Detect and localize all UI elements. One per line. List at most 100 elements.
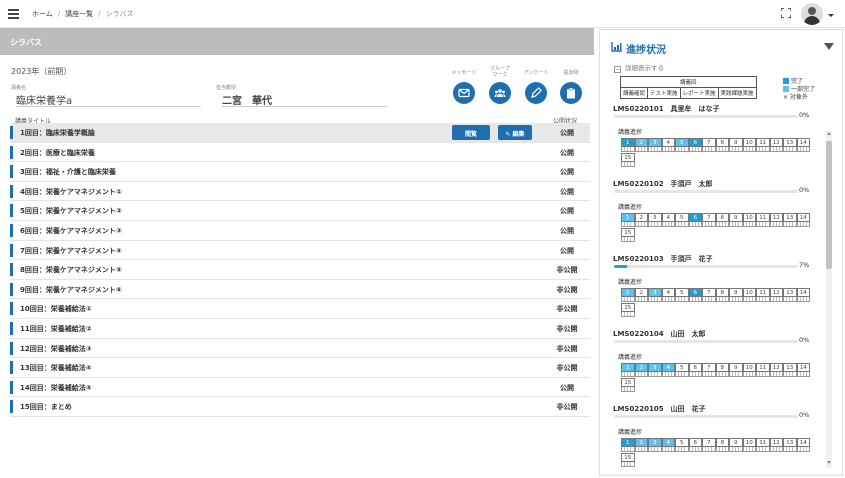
lecture-cell[interactable]: 5 — [675, 213, 689, 227]
lecture-cell[interactable]: 14 — [796, 213, 810, 227]
lecture-cell[interactable]: 6 — [688, 288, 702, 302]
lecture-cell[interactable]: 12 — [769, 213, 783, 227]
lecture-cell[interactable]: 7 — [702, 213, 716, 227]
lecture-cell[interactable]: 2 — [634, 288, 648, 302]
lecture-title[interactable]: 13回目：栄養補給法④ — [20, 363, 92, 373]
fullscreen-icon[interactable] — [781, 8, 791, 18]
lecture-cell[interactable]: 3 — [648, 288, 662, 302]
lecture-title[interactable]: 10回目：栄養補給法① — [20, 304, 92, 314]
table-row[interactable]: 14回目：栄養補給法⑤ 公開 — [10, 378, 590, 398]
table-row[interactable]: 6回目：栄養ケアマネジメント③ 公開 — [10, 221, 590, 241]
lecture-title[interactable]: 15回目：まとめ — [20, 402, 72, 412]
lecture-title[interactable]: 2回目：医療と臨床栄養 — [20, 148, 95, 158]
lecture-cell[interactable]: 12 — [769, 438, 783, 452]
lecture-title[interactable]: 7回目：栄養ケアマネジメント④ — [20, 246, 122, 256]
lecture-cell[interactable]: 9 — [729, 438, 743, 452]
lecture-cell[interactable]: 4 — [661, 213, 675, 227]
lecture-cell[interactable]: 15 — [621, 153, 635, 167]
lecture-cell[interactable]: 10 — [742, 213, 756, 227]
lecture-title[interactable]: 8回目：栄養ケアマネジメント⑤ — [20, 265, 122, 275]
lecture-title[interactable]: 11回目：栄養補給法② — [20, 324, 92, 334]
lecture-cell[interactable]: 3 — [648, 438, 662, 452]
lecture-title[interactable]: 4回目：栄養ケアマネジメント① — [20, 187, 122, 197]
lecture-cell[interactable]: 4 — [661, 288, 675, 302]
filter-icon[interactable] — [824, 43, 834, 50]
view-button[interactable]: 閲覧 — [452, 125, 490, 140]
lecture-cell[interactable]: 6 — [688, 363, 702, 377]
lecture-cell[interactable]: 11 — [756, 363, 770, 377]
table-row[interactable]: 2回目：医療と臨床栄養 公開 — [10, 143, 590, 163]
lecture-title[interactable]: 5回目：栄養ケアマネジメント② — [20, 206, 122, 216]
lecture-cell[interactable]: 12 — [769, 363, 783, 377]
chevron-down-icon[interactable] — [828, 14, 834, 17]
scrollbar[interactable] — [826, 131, 832, 468]
lecture-title[interactable]: 1回目：臨床栄養学概論 — [20, 128, 95, 138]
lecture-cell[interactable]: 2 — [634, 438, 648, 452]
lecture-title[interactable]: 6回目：栄養ケアマネジメント③ — [20, 226, 122, 236]
table-row[interactable]: 13回目：栄養補給法④ 非公開 — [10, 358, 590, 378]
lecture-cell[interactable]: 9 — [729, 363, 743, 377]
edit-button[interactable]: ✎ 編集 — [498, 125, 532, 140]
lecture-cell[interactable]: 9 — [729, 213, 743, 227]
lecture-cell[interactable]: 10 — [742, 438, 756, 452]
lecture-title[interactable]: 14回目：栄養補給法⑤ — [20, 383, 92, 393]
table-row[interactable]: 4回目：栄養ケアマネジメント① 公開 — [10, 182, 590, 202]
table-row[interactable]: 8回目：栄養ケアマネジメント⑤ 非公開 — [10, 260, 590, 280]
lecture-cell[interactable]: 5 — [675, 288, 689, 302]
lecture-cell[interactable]: 12 — [769, 288, 783, 302]
survey-button[interactable] — [525, 82, 547, 104]
lecture-cell[interactable]: 1 — [621, 138, 635, 152]
lecture-cell[interactable]: 9 — [729, 138, 743, 152]
lecture-cell[interactable]: 4 — [661, 363, 675, 377]
scrollbar-thumb[interactable] — [826, 141, 832, 269]
lecture-cell[interactable]: 1 — [621, 438, 635, 452]
table-row[interactable]: 11回目：栄養補給法② 非公開 — [10, 319, 590, 339]
lecture-cell[interactable]: 3 — [648, 363, 662, 377]
lecture-cell[interactable]: 8 — [715, 363, 729, 377]
lecture-cell[interactable]: 14 — [796, 138, 810, 152]
lecture-cell[interactable]: 9 — [729, 288, 743, 302]
lecture-cell[interactable]: 15 — [621, 303, 635, 317]
group-work-button[interactable] — [489, 82, 511, 104]
lecture-cell[interactable]: 3 — [648, 213, 662, 227]
table-row[interactable]: 12回目：栄養補給法③ 非公開 — [10, 339, 590, 359]
detail-toggle[interactable]: − 詳細表示する — [614, 62, 664, 73]
lecture-cell[interactable]: 8 — [715, 138, 729, 152]
lecture-cell[interactable]: 14 — [796, 288, 810, 302]
table-row[interactable]: 15回目：まとめ 非公開 — [10, 397, 590, 417]
lecture-cell[interactable]: 14 — [796, 438, 810, 452]
lecture-cell[interactable]: 2 — [634, 213, 648, 227]
lecture-cell[interactable]: 12 — [769, 138, 783, 152]
lecture-cell[interactable]: 2 — [634, 363, 648, 377]
scroll-down-icon[interactable] — [827, 461, 831, 464]
submission-button[interactable] — [560, 82, 582, 104]
scroll-up-icon[interactable] — [827, 132, 831, 135]
lecture-cell[interactable]: 14 — [796, 363, 810, 377]
lecture-cell[interactable]: 2 — [634, 138, 648, 152]
lecture-cell[interactable]: 3 — [648, 138, 662, 152]
lecture-cell[interactable]: 10 — [742, 363, 756, 377]
lecture-cell[interactable]: 7 — [702, 438, 716, 452]
lecture-cell[interactable]: 8 — [715, 213, 729, 227]
lecture-cell[interactable]: 11 — [756, 138, 770, 152]
lecture-cell[interactable]: 15 — [621, 453, 635, 467]
lecture-cell[interactable]: 6 — [688, 138, 702, 152]
lecture-title[interactable]: 3回目：福祉・介護と臨床栄養 — [20, 167, 116, 177]
table-row[interactable]: 1回目：臨床栄養学概論 閲覧 ✎ 編集 公開 — [10, 123, 590, 143]
lecture-cell[interactable]: 11 — [756, 438, 770, 452]
table-row[interactable]: 3回目：福祉・介護と臨床栄養 公開 — [10, 162, 590, 182]
lecture-cell[interactable]: 13 — [783, 138, 797, 152]
lecture-cell[interactable]: 15 — [621, 228, 635, 242]
lecture-cell[interactable]: 10 — [742, 288, 756, 302]
lecture-cell[interactable]: 13 — [783, 213, 797, 227]
lecture-cell[interactable]: 8 — [715, 288, 729, 302]
table-row[interactable]: 10回目：栄養補給法① 非公開 — [10, 299, 590, 319]
lecture-cell[interactable]: 1 — [621, 288, 635, 302]
lecture-cell[interactable]: 6 — [688, 438, 702, 452]
lecture-cell[interactable]: 7 — [702, 363, 716, 377]
lecture-cell[interactable]: 5 — [675, 363, 689, 377]
lecture-cell[interactable]: 4 — [661, 438, 675, 452]
avatar[interactable] — [801, 3, 823, 25]
lecture-cell[interactable]: 7 — [702, 138, 716, 152]
message-button[interactable] — [453, 82, 475, 104]
